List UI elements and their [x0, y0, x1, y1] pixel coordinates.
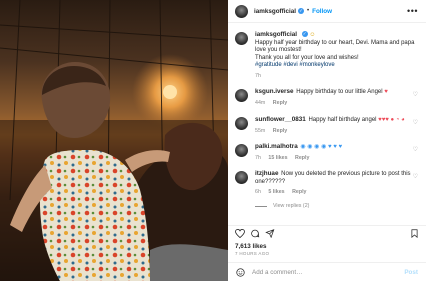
- photo-illustration: [0, 0, 228, 281]
- verified-badge-icon: ✓: [301, 31, 308, 38]
- comment-likes[interactable]: 15 likes: [268, 155, 287, 161]
- heart-emoji-icon: ♥: [384, 89, 388, 95]
- caption-text: Happy half year birthday to our heart, D…: [255, 39, 415, 54]
- caption-time[interactable]: 7h: [255, 73, 261, 79]
- post-header: iamksgofficial ✓ • Follow •••: [228, 0, 426, 23]
- comment-avatar[interactable]: [235, 89, 248, 102]
- comment-username[interactable]: ksgun.iverse: [255, 88, 294, 95]
- like-heart-icon[interactable]: [235, 229, 245, 238]
- comment-like-heart-icon[interactable]: ♡: [413, 173, 418, 180]
- caption-item: iamksgofficial ✓ ☺ Happy half year birth…: [235, 31, 425, 81]
- comment-text: Happy birthday to our little Angel: [296, 89, 383, 95]
- comment-time[interactable]: 55m: [255, 128, 265, 134]
- comments-list[interactable]: iamksgofficial ✓ ☺ Happy half year birth…: [228, 27, 426, 225]
- view-replies-button[interactable]: View replies (2): [255, 203, 309, 209]
- reply-button[interactable]: Reply: [292, 189, 306, 195]
- comment-time[interactable]: 44m: [255, 100, 265, 106]
- comment-avatar[interactable]: [235, 171, 248, 184]
- post-timestamp: 7 HOURS AGO: [235, 251, 270, 256]
- comment-item: itzjhuae Now you deleted the previous pi…: [235, 170, 415, 197]
- emoji-picker-icon[interactable]: [236, 268, 245, 277]
- reply-button[interactable]: Reply: [273, 128, 287, 134]
- dot-separator: •: [307, 8, 310, 14]
- emoji-group-icon: ◉ ◉ ◉ ◉ ♥ ♥ ♥: [300, 144, 343, 150]
- comment-text: Happy half birthday angel: [308, 117, 377, 123]
- smile-emoji-icon: ☺: [309, 32, 316, 38]
- action-bar: [228, 225, 426, 240]
- save-bookmark-icon[interactable]: [410, 229, 419, 238]
- comment-text: Now you deleted the previous picture to …: [255, 171, 411, 185]
- comment-time[interactable]: 7h: [255, 155, 261, 161]
- caption-thanks: Thank you all for your love and wishes!: [255, 54, 359, 61]
- comment-username[interactable]: palki.malhotra: [255, 143, 298, 150]
- emoji-group-icon: ♥♥♥ ● ◔ ◕: [378, 117, 405, 123]
- verified-badge-icon: ✓: [298, 8, 304, 14]
- view-replies-label: View replies (2): [273, 203, 310, 209]
- comment-bubble-icon[interactable]: [250, 229, 260, 238]
- comment-like-heart-icon[interactable]: ♡: [413, 146, 418, 153]
- follow-button[interactable]: Follow: [312, 8, 332, 15]
- likes-count[interactable]: 7,613 likes: [235, 243, 267, 250]
- comment-avatar[interactable]: [235, 117, 248, 130]
- add-comment-bar: Add a comment… Post: [228, 262, 426, 282]
- comment-avatar[interactable]: [235, 144, 248, 157]
- reply-button[interactable]: Reply: [295, 155, 309, 161]
- comment-time[interactable]: 6h: [255, 189, 261, 195]
- comment-like-heart-icon[interactable]: ♡: [413, 119, 418, 126]
- comment-item: ksgun.iverse Happy birthday to our littl…: [235, 88, 425, 107]
- caption-avatar[interactable]: [235, 32, 248, 45]
- reply-button[interactable]: Reply: [273, 100, 287, 106]
- share-send-icon[interactable]: [265, 229, 275, 238]
- author-username[interactable]: iamksgofficial: [254, 8, 296, 15]
- comment-likes[interactable]: 5 likes: [268, 189, 284, 195]
- author-avatar[interactable]: [235, 4, 248, 18]
- post-comment-button[interactable]: Post: [404, 269, 418, 276]
- post-detail-panel: iamksgofficial ✓ • Follow ••• iamksgoffi…: [228, 0, 426, 281]
- comment-item: palki.malhotra ◉ ◉ ◉ ◉ ♥ ♥ ♥ 7h 15 likes…: [235, 143, 425, 162]
- comment-username[interactable]: sunflower__0831: [255, 116, 306, 123]
- caption-username[interactable]: iamksgofficial: [255, 31, 297, 38]
- caption-hashtags[interactable]: #gratitude #devi #monkeylove: [255, 62, 335, 68]
- comment-item: sunflower__0831 Happy half birthday ange…: [235, 116, 425, 135]
- add-comment-input[interactable]: Add a comment…: [252, 269, 302, 276]
- replies-divider: [255, 205, 267, 207]
- comment-username[interactable]: itzjhuae: [255, 170, 278, 177]
- more-options-button[interactable]: •••: [407, 6, 418, 16]
- post-photo[interactable]: [0, 0, 228, 281]
- comment-like-heart-icon[interactable]: ♡: [413, 91, 418, 98]
